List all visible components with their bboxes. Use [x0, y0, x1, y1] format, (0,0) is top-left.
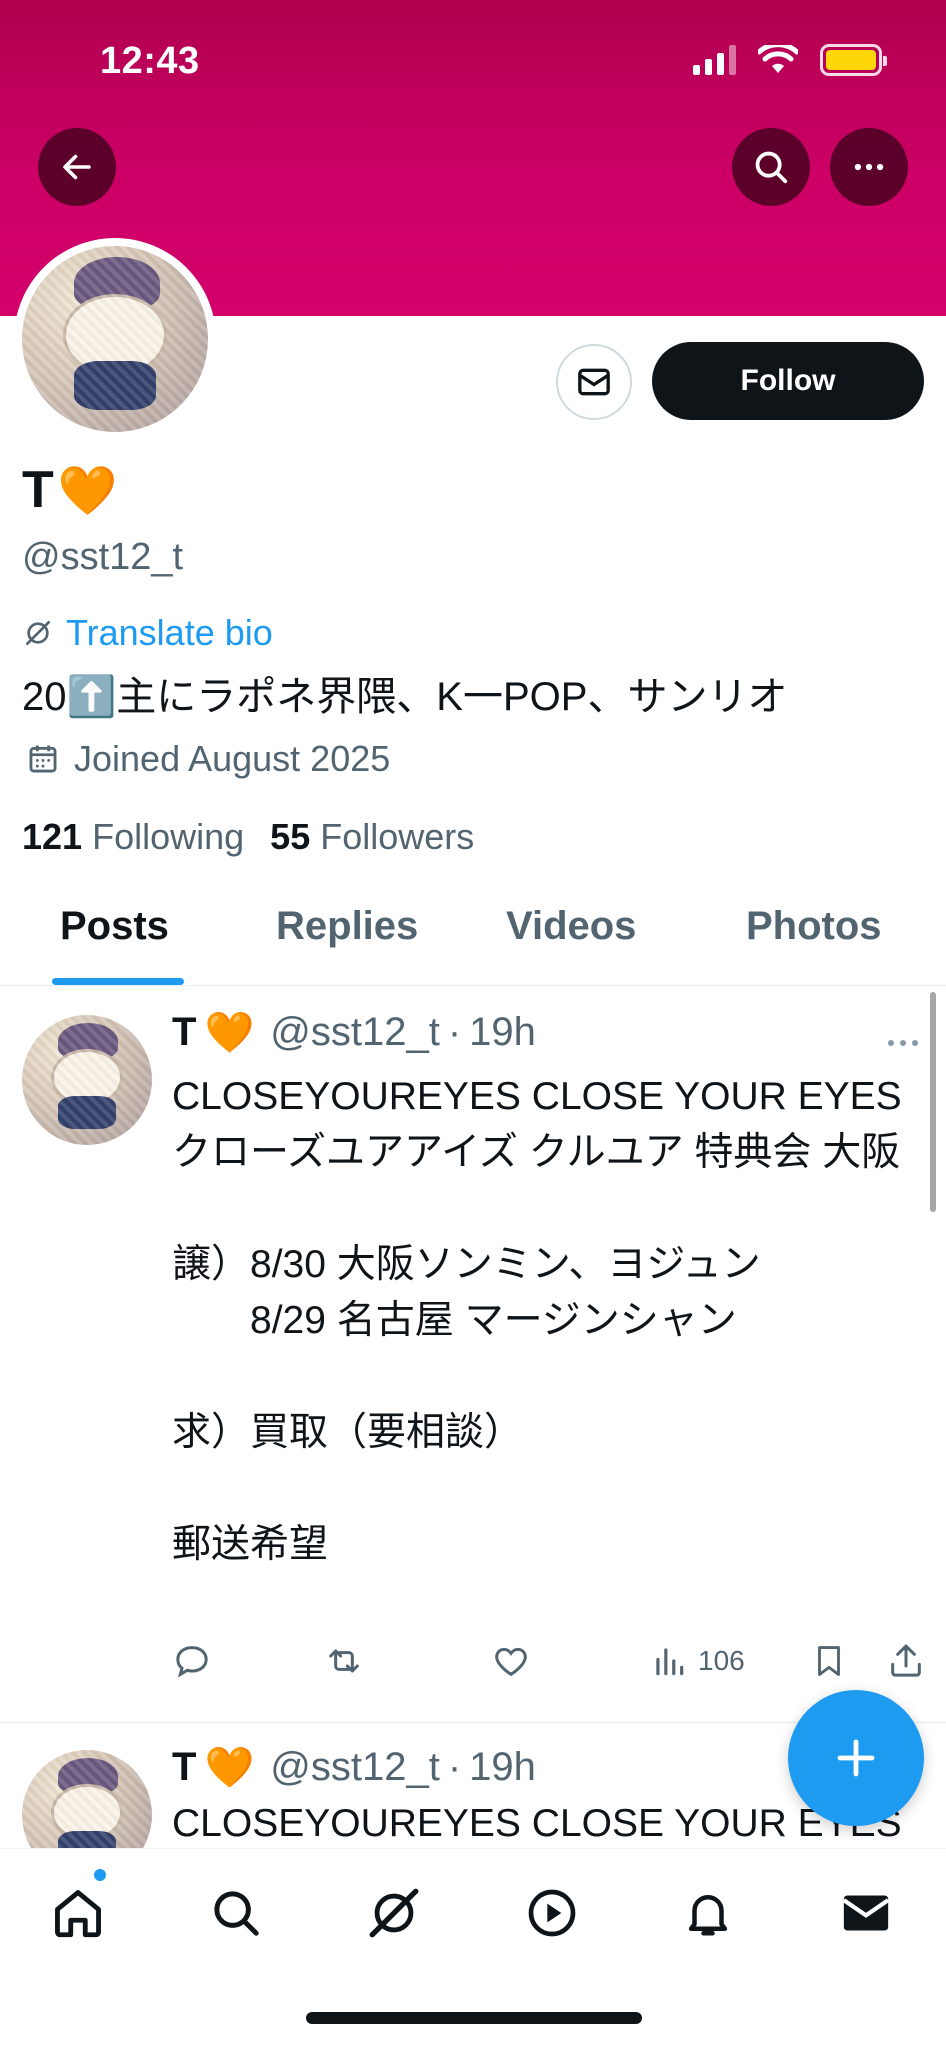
heart-emoji: 🧡 [57, 464, 118, 518]
nav-home[interactable] [48, 1883, 108, 1943]
translate-bio-label[interactable]: Translate bio [66, 612, 273, 654]
notification-dot [94, 1869, 106, 1881]
profile-tabs: Posts Replies Videos Photos [0, 890, 946, 986]
display-name-text: T [22, 461, 54, 519]
more-horizontal-icon [854, 163, 884, 171]
compose-button[interactable] [788, 1690, 924, 1826]
search-icon [214, 1891, 259, 1936]
tab-posts[interactable]: Posts [60, 904, 169, 949]
profile-bio: 20⬆️主にラポネ界隈、K一POP、サンリオ [22, 675, 788, 719]
tab-videos[interactable]: Videos [506, 904, 636, 949]
nav-notifications[interactable] [678, 1883, 738, 1943]
search-icon [755, 151, 788, 184]
tweet-separator: · [447, 1010, 462, 1054]
envelope-icon [578, 368, 610, 396]
share-icon [891, 1644, 921, 1677]
more-horizontal-icon [888, 1040, 918, 1046]
wifi-icon [758, 45, 798, 73]
envelope-icon [842, 1895, 890, 1931]
signal-icon [693, 45, 736, 75]
followers-count: 55 [270, 816, 311, 857]
nav-grok[interactable] [364, 1883, 424, 1943]
back-button[interactable] [38, 128, 116, 206]
following-link[interactable]: 121 Following [22, 816, 244, 858]
search-button[interactable] [732, 128, 810, 206]
tweet-header: T 🧡 @sst12_t · 19h [172, 1009, 536, 1056]
tweet-author-name[interactable]: T [172, 1745, 196, 1790]
tab-photos[interactable]: Photos [746, 904, 882, 949]
reply-icon [176, 1646, 208, 1678]
profile-handle: @sst12_t [22, 536, 184, 578]
share-button[interactable] [886, 1641, 926, 1681]
tweet-time[interactable]: 19h [469, 1010, 536, 1055]
tweet-author-name[interactable]: T [172, 1010, 196, 1055]
retweet-button[interactable] [322, 1641, 366, 1681]
tweet-separator: · [447, 1745, 462, 1789]
following-count: 121 [22, 816, 83, 857]
followers-label: Followers [320, 816, 475, 857]
tab-replies[interactable]: Replies [276, 904, 418, 949]
more-button[interactable] [830, 128, 908, 206]
like-button[interactable] [490, 1641, 532, 1681]
following-label: Following [92, 816, 245, 857]
tweet-avatar[interactable] [22, 1750, 152, 1849]
play-icon [528, 1889, 576, 1937]
profile-avatar[interactable] [14, 238, 216, 440]
follow-stats: 121 Following 55 Followers [22, 816, 474, 858]
battery-icon [820, 44, 887, 76]
status-time: 12:43 [100, 40, 200, 82]
nav-messages[interactable] [836, 1883, 896, 1943]
tweet-author-handle[interactable]: @sst12_t [270, 1745, 440, 1790]
home-indicator [306, 2012, 642, 2024]
plus-icon [837, 1739, 875, 1777]
scrollbar[interactable] [930, 992, 936, 1212]
status-icons [693, 44, 887, 76]
nav-video[interactable] [522, 1883, 582, 1943]
views-button[interactable]: 106 [650, 1641, 745, 1681]
views-count: 106 [698, 1645, 745, 1676]
follow-button[interactable]: Follow [652, 342, 924, 420]
avatar-image [22, 246, 208, 432]
tweet-author-emoji: 🧡 [204, 1011, 255, 1055]
followers-link[interactable]: 55 Followers [270, 816, 474, 858]
tweet-more-button[interactable] [886, 1023, 920, 1057]
calendar-icon [29, 745, 57, 773]
heart-icon [495, 1647, 527, 1677]
retweet-icon [329, 1649, 359, 1673]
bookmark-icon [818, 1646, 840, 1676]
display-name: T 🧡 [22, 460, 118, 520]
translate-bio-link[interactable]: Translate bio [22, 612, 273, 654]
nav-search[interactable] [206, 1883, 266, 1943]
joined-label: Joined August 2025 [74, 738, 391, 779]
joined-date: Joined August 2025 [26, 738, 390, 780]
reply-button[interactable] [172, 1641, 212, 1681]
tweet-avatar[interactable] [22, 1015, 152, 1145]
active-tab-indicator [52, 978, 184, 985]
tweet-author-emoji: 🧡 [204, 1746, 255, 1790]
tweet[interactable]: T 🧡 @sst12_t · 19h CLOSEYOUREYES CLOSE Y… [0, 987, 946, 1723]
tweet-actions: 106 [172, 1641, 932, 1691]
bookmark-button[interactable] [810, 1641, 848, 1681]
tweet-header: T 🧡 @sst12_t · 19h [172, 1744, 536, 1791]
views-icon [656, 1648, 684, 1676]
tweet-text: CLOSEYOUREYES CLOSE YOUR EYES クローズユアアイズ … [172, 1075, 902, 1566]
home-icon [55, 1890, 101, 1938]
tweet-time[interactable]: 19h [469, 1745, 536, 1790]
tweet-author-handle[interactable]: @sst12_t [270, 1010, 440, 1055]
translate-icon [26, 621, 50, 645]
message-button[interactable] [556, 344, 632, 420]
arrow-left-icon [63, 154, 91, 180]
bell-icon [688, 1895, 728, 1936]
grok-icon [369, 1888, 419, 1938]
